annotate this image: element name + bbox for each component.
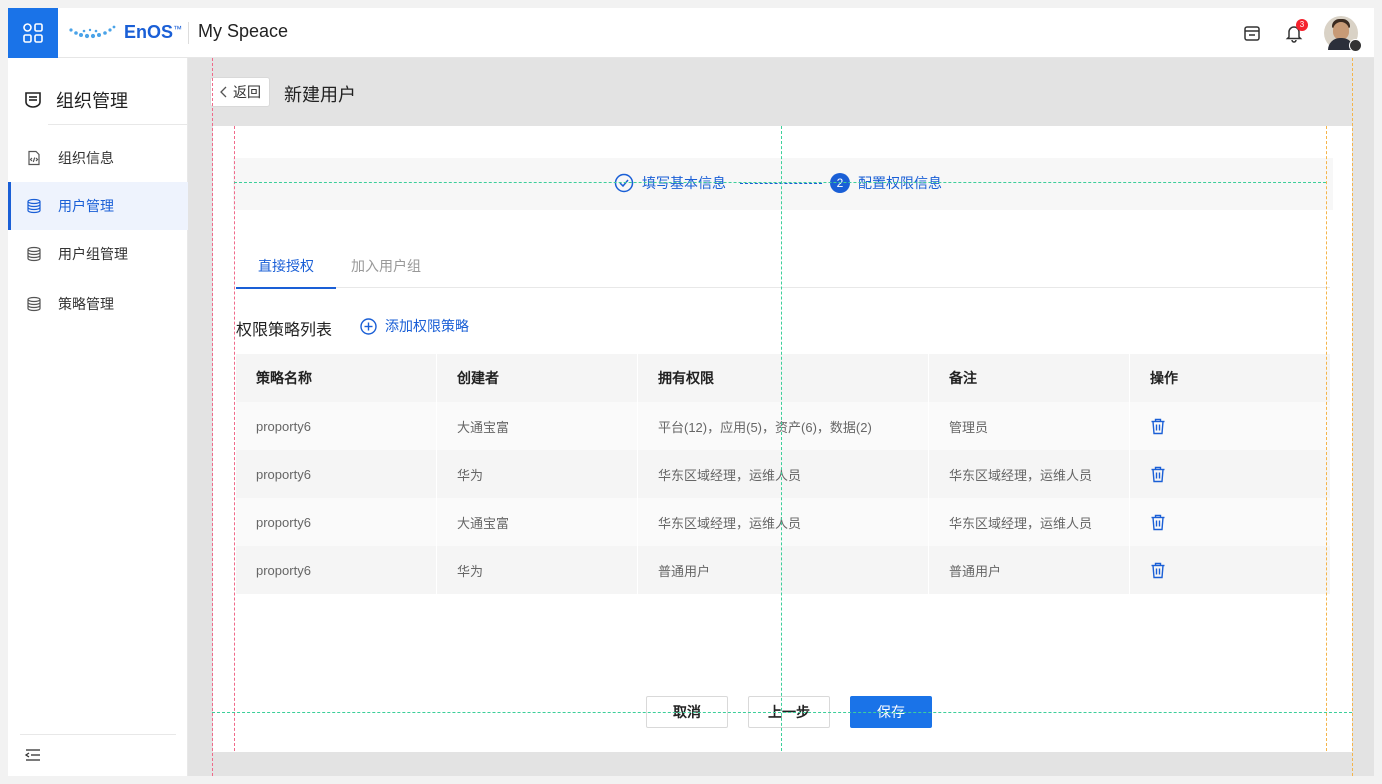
page-header: 返回 新建用户 bbox=[188, 58, 1352, 126]
logo-divider bbox=[188, 22, 189, 44]
enos-logo[interactable]: EnOS ™ bbox=[68, 22, 182, 43]
app-window: EnOS ™ My Speace 3 组织管理 组织信息 用户管理 用户组管理 … bbox=[8, 8, 1374, 776]
grid-icon bbox=[23, 23, 43, 43]
cell-creator: 大通宝富 bbox=[437, 498, 638, 546]
logo-trademark: ™ bbox=[173, 23, 183, 34]
table-row: proporty6 华为 华东区域经理，运维人员 华东区域经理，运维人员 bbox=[236, 450, 1330, 498]
cell-policy-name: proporty6 bbox=[236, 402, 437, 450]
table-row: proporty6 大通宝富 华东区域经理，运维人员 华东区域经理，运维人员 bbox=[236, 498, 1330, 546]
guide-line-right-outer bbox=[1352, 58, 1353, 776]
sidebar-item-label: 策略管理 bbox=[58, 296, 114, 312]
logo-dots-icon bbox=[69, 25, 116, 38]
sidebar-bottom-divider bbox=[20, 734, 176, 735]
column-header-permissions: 拥有权限 bbox=[638, 354, 929, 402]
sidebar-item-label: 用户管理 bbox=[58, 198, 114, 214]
table-row: proporty6 华为 普通用户 普通用户 bbox=[236, 546, 1330, 594]
guide-line-center bbox=[781, 126, 782, 751]
database-icon bbox=[27, 198, 41, 214]
step-label: 配置权限信息 bbox=[858, 175, 942, 191]
sidebar-divider bbox=[48, 124, 188, 125]
sidebar-header: 组织管理 bbox=[8, 76, 188, 124]
guide-line-left-inner bbox=[234, 126, 235, 751]
step-basic-info[interactable]: 填写基本信息 bbox=[614, 173, 726, 193]
step-number: 2 bbox=[830, 173, 850, 193]
sidebar-title: 组织管理 bbox=[56, 91, 128, 111]
cell-action bbox=[1130, 450, 1330, 498]
trash-icon[interactable] bbox=[1150, 562, 1166, 579]
collapse-sidebar-button[interactable] bbox=[24, 746, 44, 766]
cell-creator: 华为 bbox=[437, 546, 638, 594]
cell-note: 华东区域经理，运维人员 bbox=[929, 498, 1130, 546]
file-code-icon bbox=[28, 150, 40, 166]
tab-direct-grant[interactable]: 直接授权 bbox=[236, 244, 336, 289]
cell-policy-name: proporty6 bbox=[236, 450, 437, 498]
steps-bar: 填写基本信息 2 配置权限信息 bbox=[233, 158, 1333, 210]
check-circle-icon bbox=[614, 173, 634, 193]
database-icon bbox=[27, 296, 41, 312]
table-header-row: 策略名称 创建者 拥有权限 备注 操作 bbox=[236, 354, 1330, 402]
column-header-action: 操作 bbox=[1150, 370, 1178, 386]
sidebar-item-user-management[interactable]: 用户管理 bbox=[8, 182, 188, 230]
collapse-menu-icon bbox=[24, 749, 40, 761]
trash-icon[interactable] bbox=[1150, 418, 1166, 435]
cell-note: 管理员 bbox=[929, 402, 1130, 450]
top-right-tools: 3 bbox=[1240, 16, 1362, 52]
add-policy-button[interactable]: 添加权限策略 bbox=[360, 316, 469, 336]
cell-action bbox=[1130, 402, 1330, 450]
cell-permissions: 平台(12)，应用(5)，资产(6)，数据(2) bbox=[638, 402, 929, 450]
guide-line-footer bbox=[212, 712, 1352, 713]
guide-line-left-outer bbox=[212, 58, 213, 776]
chevron-down-icon bbox=[1349, 39, 1362, 52]
sidebar-item-user-group-management[interactable]: 用户组管理 bbox=[8, 230, 188, 278]
user-avatar[interactable] bbox=[1324, 16, 1362, 52]
notification-badge: 3 bbox=[1296, 19, 1308, 31]
back-label: 返回 bbox=[233, 84, 261, 100]
cell-creator: 大通宝富 bbox=[437, 402, 638, 450]
sidebar-item-label: 用户组管理 bbox=[58, 246, 128, 262]
notification-button[interactable]: 3 bbox=[1282, 19, 1308, 45]
trash-icon[interactable] bbox=[1150, 514, 1166, 531]
plus-circle-icon bbox=[360, 317, 377, 335]
column-header-creator: 创建者 bbox=[437, 354, 638, 402]
database-icon bbox=[27, 246, 41, 262]
store-button[interactable] bbox=[1240, 21, 1264, 45]
cell-note: 华东区域经理，运维人员 bbox=[929, 450, 1130, 498]
policy-list-title: 权限策略列表 bbox=[236, 322, 333, 339]
step-permission-info[interactable]: 2 配置权限信息 bbox=[830, 173, 942, 193]
cell-policy-name: proporty6 bbox=[236, 498, 437, 546]
column-header-note: 备注 bbox=[929, 354, 1130, 402]
cell-permissions: 华东区域经理，运维人员 bbox=[638, 450, 929, 498]
sidebar-item-label: 组织信息 bbox=[58, 150, 114, 166]
sidebar-item-org-info[interactable]: 组织信息 bbox=[8, 134, 188, 182]
sidebar: 组织管理 组织信息 用户管理 用户组管理 策略管理 bbox=[8, 58, 188, 776]
tab-join-user-group[interactable]: 加入用户组 bbox=[351, 244, 421, 288]
back-button[interactable]: 返回 bbox=[210, 77, 270, 107]
table-row: proporty6 大通宝富 平台(12)，应用(5)，资产(6)，数据(2) … bbox=[236, 402, 1330, 450]
step-label: 填写基本信息 bbox=[642, 175, 726, 191]
policy-table: 策略名称 创建者 拥有权限 备注 操作 proporty6 大通宝富 平台(12… bbox=[236, 354, 1330, 594]
guide-line-right-inner bbox=[1326, 126, 1327, 751]
content-panel: 填写基本信息 2 配置权限信息 直接授权 加入用户组 权限策略列表 添加权限策略 bbox=[213, 126, 1352, 752]
cell-note: 普通用户 bbox=[929, 546, 1130, 594]
organization-icon bbox=[25, 92, 41, 108]
page-title: 新建用户 bbox=[284, 85, 356, 105]
cell-permissions: 华东区域经理，运维人员 bbox=[638, 498, 929, 546]
sidebar-item-policy-management[interactable]: 策略管理 bbox=[8, 280, 188, 328]
cell-policy-name: proporty6 bbox=[236, 546, 437, 594]
add-policy-label: 添加权限策略 bbox=[385, 318, 469, 334]
cell-creator: 华为 bbox=[437, 450, 638, 498]
logo-text: EnOS bbox=[124, 22, 174, 42]
app-switcher-button[interactable] bbox=[8, 8, 58, 58]
chevron-left-icon bbox=[220, 86, 227, 98]
store-icon bbox=[1244, 26, 1260, 41]
trash-icon[interactable] bbox=[1150, 466, 1166, 483]
cell-permissions: 普通用户 bbox=[638, 546, 929, 594]
cell-action bbox=[1130, 498, 1330, 546]
column-header-name: 策略名称 bbox=[236, 354, 437, 402]
guide-line-steps bbox=[234, 182, 1326, 183]
cell-action bbox=[1130, 546, 1330, 594]
workspace-name[interactable]: My Speace bbox=[198, 21, 288, 42]
top-bar: EnOS ™ My Speace 3 bbox=[8, 8, 1374, 58]
tabs: 直接授权 加入用户组 bbox=[236, 244, 1330, 289]
